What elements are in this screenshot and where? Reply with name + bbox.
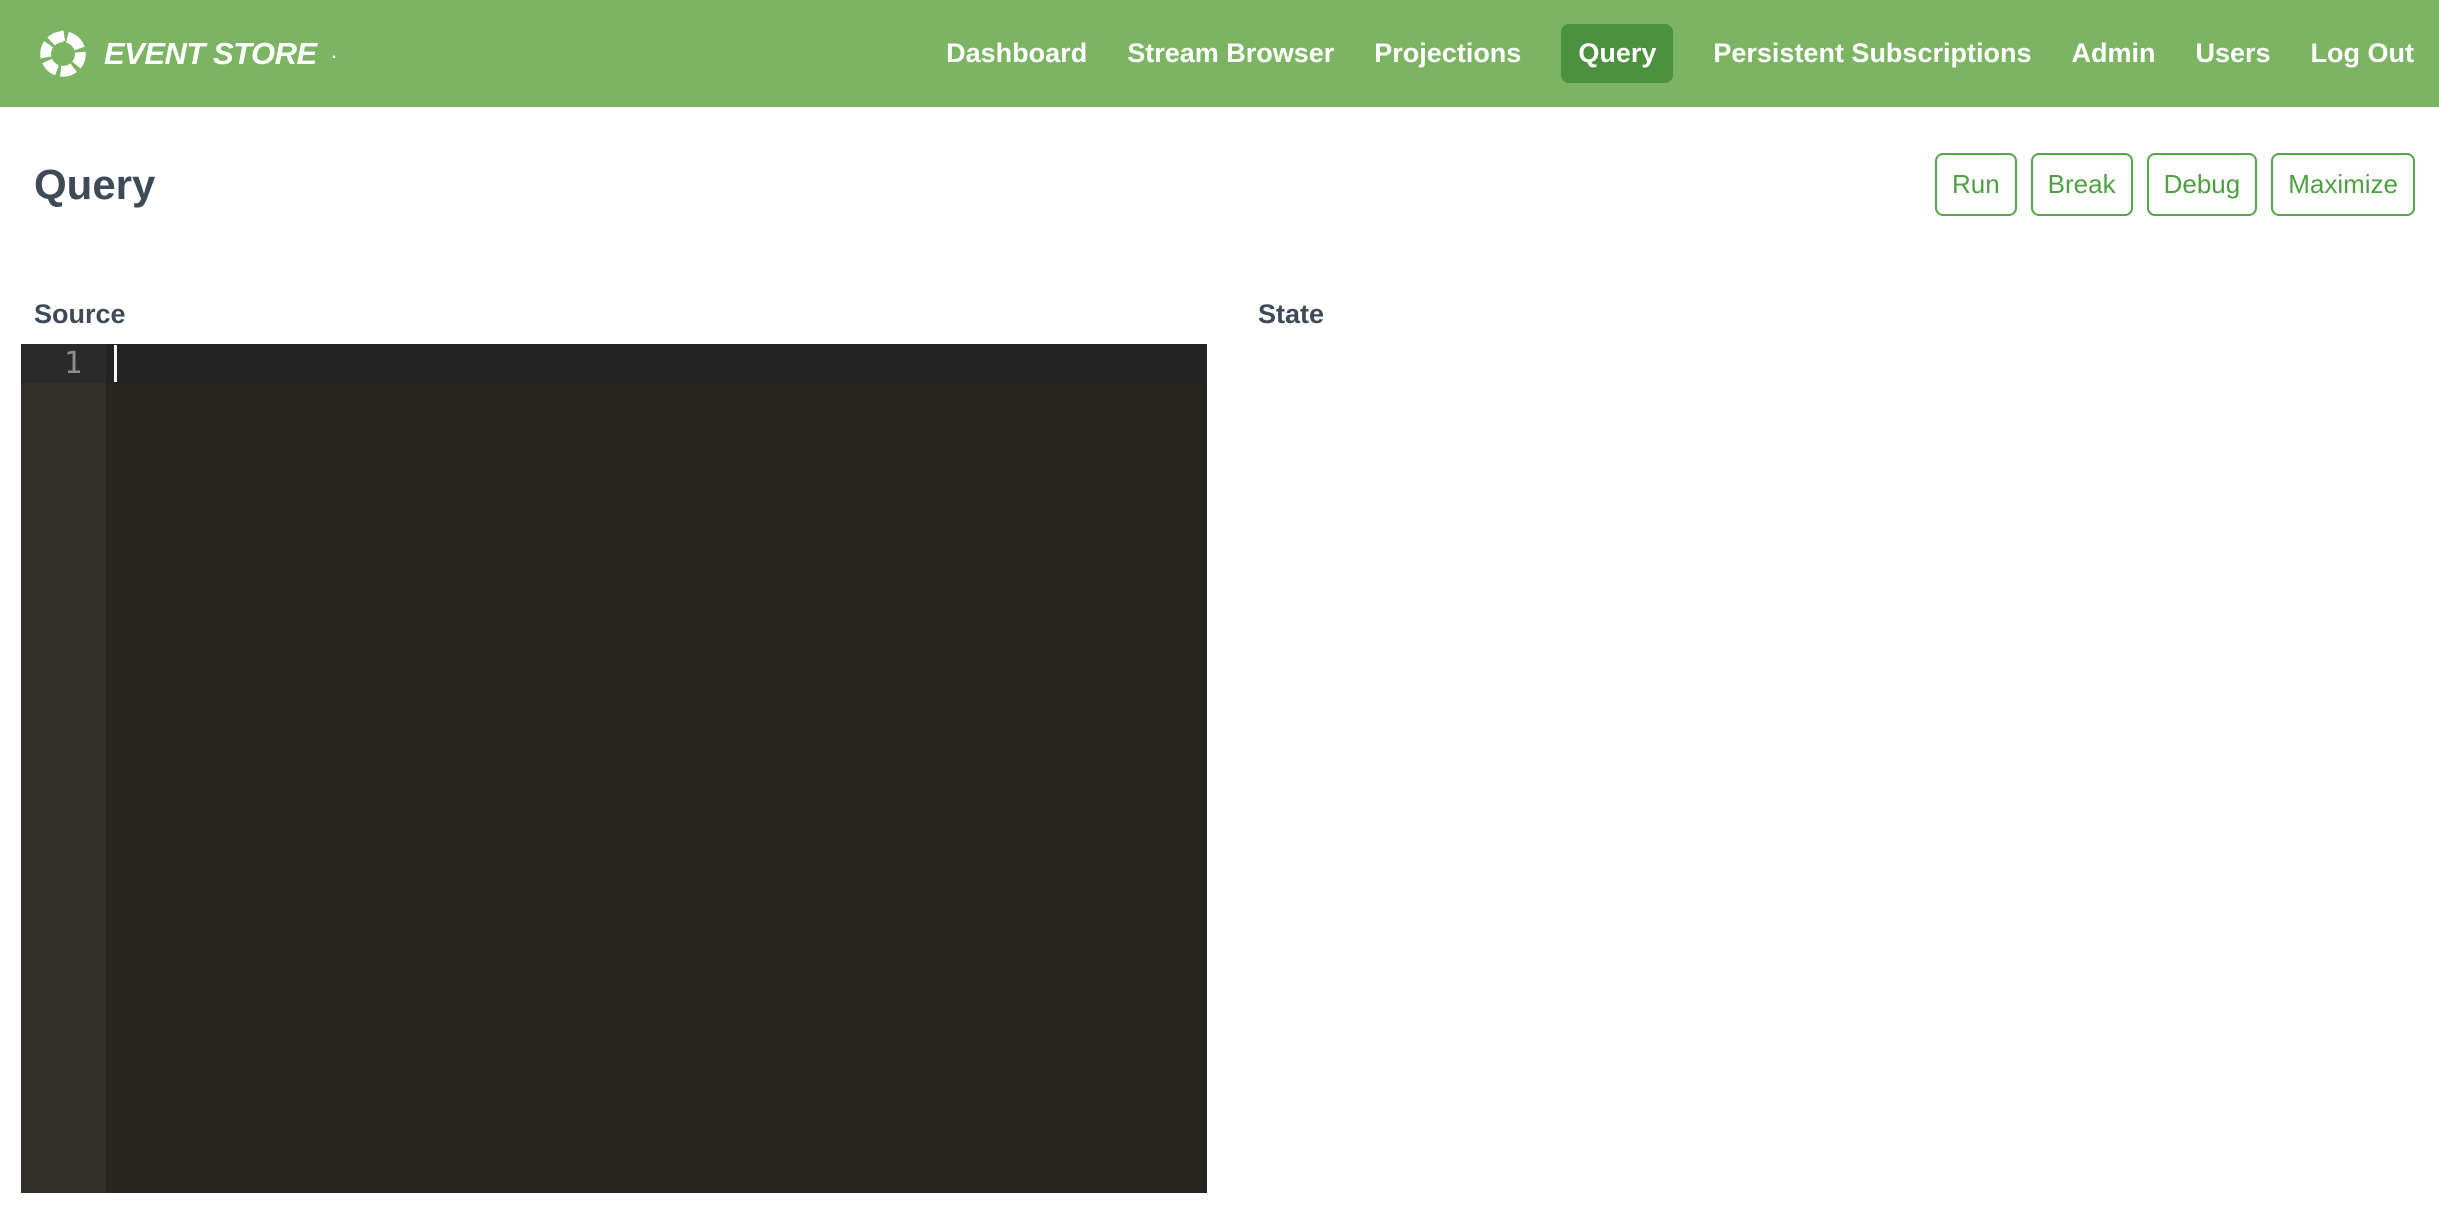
eventstore-logo-text: EVENT STORE [104, 36, 317, 72]
state-panel: State [1232, 298, 2439, 1193]
query-source-editor[interactable]: 1 [21, 344, 1207, 1193]
editor-line-content[interactable] [106, 344, 1207, 383]
maximize-button[interactable]: Maximize [2271, 153, 2415, 216]
nav-item-stream-browser[interactable]: Stream Browser [1127, 38, 1334, 69]
eventstore-ring-icon [37, 28, 89, 80]
page-title: Query [34, 161, 155, 209]
eventstore-logo[interactable]: EVENT STORE. [37, 28, 336, 80]
nav-item-admin[interactable]: Admin [2071, 38, 2155, 69]
editor-line-number: 1 [21, 344, 106, 383]
state-panel-label: State [1258, 298, 2439, 331]
source-panel-label: Source [34, 298, 1207, 331]
nav-item-users[interactable]: Users [2195, 38, 2270, 69]
break-button[interactable]: Break [2031, 153, 2133, 216]
nav-item-dashboard[interactable]: Dashboard [946, 38, 1087, 69]
state-panel-body [1232, 344, 2439, 1193]
debug-button[interactable]: Debug [2147, 153, 2258, 216]
editor-active-line[interactable]: 1 [21, 344, 1207, 383]
nav-item-log-out[interactable]: Log Out [2311, 38, 2414, 69]
page-header: Query Run Break Debug Maximize [34, 153, 2415, 216]
source-panel: Source 1 [21, 298, 1207, 1193]
nav-item-projections[interactable]: Projections [1374, 38, 1521, 69]
eventstore-logo-mark: . [332, 45, 336, 63]
nav-item-query[interactable]: Query [1561, 24, 1673, 83]
editor-gutter [21, 344, 106, 1193]
editor-text-cursor [114, 345, 117, 382]
run-button[interactable]: Run [1935, 153, 2017, 216]
top-navbar: EVENT STORE. Dashboard Stream Browser Pr… [0, 0, 2439, 107]
query-toolbar: Run Break Debug Maximize [1935, 153, 2415, 216]
nav-item-persistent-subscriptions[interactable]: Persistent Subscriptions [1713, 38, 2031, 69]
content-columns: Source 1 State [0, 298, 2439, 1193]
main-nav: Dashboard Stream Browser Projections Que… [946, 24, 2414, 83]
